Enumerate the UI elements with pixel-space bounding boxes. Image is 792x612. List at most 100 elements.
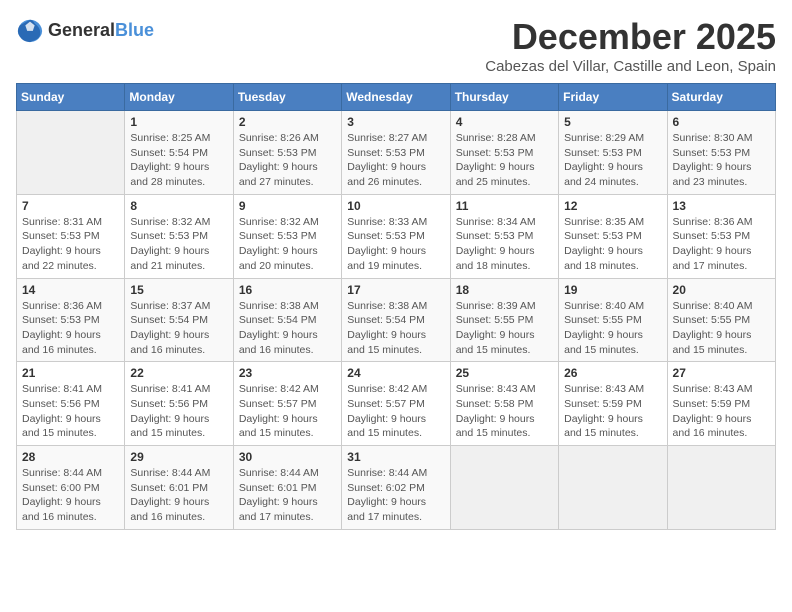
day-info: Sunrise: 8:35 AM Sunset: 5:53 PM Dayligh… [564, 215, 661, 274]
day-number: 4 [456, 115, 553, 129]
day-info: Sunrise: 8:44 AM Sunset: 6:01 PM Dayligh… [130, 466, 227, 525]
calendar-cell: 25Sunrise: 8:43 AM Sunset: 5:58 PM Dayli… [450, 362, 558, 446]
day-number: 1 [130, 115, 227, 129]
day-number: 5 [564, 115, 661, 129]
calendar-body: 1 Sunrise: 8:25 AM Sunset: 5:54 PM Daylig… [17, 111, 776, 530]
day-info: Sunrise: 8:42 AM Sunset: 5:57 PM Dayligh… [347, 382, 444, 441]
calendar-cell: 19 Sunrise: 8:40 AM Sunset: 5:55 PM Dayli… [559, 278, 667, 362]
day-number: 9 [239, 199, 336, 213]
day-number: 22 [130, 366, 227, 380]
calendar-cell: 18Sunrise: 8:39 AM Sunset: 5:55 PM Dayli… [450, 278, 558, 362]
day-info: Sunrise: 8:36 AM Sunset: 5:53 PM Dayligh… [673, 215, 770, 274]
day-number: 30 [239, 450, 336, 464]
calendar-cell: 21 Sunrise: 8:41 AM Sunset: 5:56 PM Dayli… [17, 362, 125, 446]
day-number: 3 [347, 115, 444, 129]
logo-text: General Blue [48, 20, 154, 41]
day-number: 27 [673, 366, 770, 380]
day-info: Sunrise: 8:26 AM Sunset: 5:53 PM Dayligh… [239, 131, 336, 190]
header-row: SundayMondayTuesdayWednesdayThursdayFrid… [17, 84, 776, 111]
subtitle: Cabezas del Villar, Castille and Leon, S… [485, 58, 776, 75]
title-section: December 2025 Cabezas del Villar, Castil… [485, 16, 776, 75]
day-info: Sunrise: 8:29 AM Sunset: 5:53 PM Dayligh… [564, 131, 661, 190]
logo-icon [16, 16, 44, 44]
calendar-cell: 10Sunrise: 8:33 AM Sunset: 5:53 PM Dayli… [342, 194, 450, 278]
day-info: Sunrise: 8:43 AM Sunset: 5:59 PM Dayligh… [564, 382, 661, 441]
header-cell-monday: Monday [125, 84, 233, 111]
logo-general: General [48, 20, 115, 41]
calendar-cell [667, 446, 775, 530]
day-number: 12 [564, 199, 661, 213]
calendar-cell: 26Sunrise: 8:43 AM Sunset: 5:59 PM Dayli… [559, 362, 667, 446]
day-info: Sunrise: 8:41 AM Sunset: 5:56 PM Dayligh… [22, 382, 119, 441]
calendar-cell: 27 Sunrise: 8:43 AM Sunset: 5:59 PM Dayli… [667, 362, 775, 446]
calendar-cell: 28 Sunrise: 8:44 AM Sunset: 6:00 PM Dayli… [17, 446, 125, 530]
day-info: Sunrise: 8:40 AM Sunset: 5:55 PM Dayligh… [673, 299, 770, 358]
week-row-1: 1 Sunrise: 8:25 AM Sunset: 5:54 PM Daylig… [17, 111, 776, 195]
day-number: 23 [239, 366, 336, 380]
calendar-cell: 4 Sunrise: 8:28 AM Sunset: 5:53 PM Daylig… [450, 111, 558, 195]
calendar-cell: 23 Sunrise: 8:42 AM Sunset: 5:57 PM Dayli… [233, 362, 341, 446]
calendar-cell [559, 446, 667, 530]
day-info: Sunrise: 8:43 AM Sunset: 5:59 PM Dayligh… [673, 382, 770, 441]
calendar-cell [450, 446, 558, 530]
day-number: 28 [22, 450, 119, 464]
day-number: 16 [239, 283, 336, 297]
calendar-cell: 17 Sunrise: 8:38 AM Sunset: 5:54 PM Dayli… [342, 278, 450, 362]
header-cell-thursday: Thursday [450, 84, 558, 111]
day-number: 19 [564, 283, 661, 297]
week-row-5: 28 Sunrise: 8:44 AM Sunset: 6:00 PM Dayli… [17, 446, 776, 530]
calendar-cell: 15 Sunrise: 8:37 AM Sunset: 5:54 PM Dayli… [125, 278, 233, 362]
day-info: Sunrise: 8:40 AM Sunset: 5:55 PM Dayligh… [564, 299, 661, 358]
day-info: Sunrise: 8:38 AM Sunset: 5:54 PM Dayligh… [347, 299, 444, 358]
day-number: 8 [130, 199, 227, 213]
day-number: 6 [673, 115, 770, 129]
day-info: Sunrise: 8:25 AM Sunset: 5:54 PM Dayligh… [130, 131, 227, 190]
header-cell-sunday: Sunday [17, 84, 125, 111]
day-info: Sunrise: 8:41 AM Sunset: 5:56 PM Dayligh… [130, 382, 227, 441]
day-info: Sunrise: 8:34 AM Sunset: 5:53 PM Dayligh… [456, 215, 553, 274]
day-number: 11 [456, 199, 553, 213]
day-info: Sunrise: 8:28 AM Sunset: 5:53 PM Dayligh… [456, 131, 553, 190]
calendar-header: SundayMondayTuesdayWednesdayThursdayFrid… [17, 84, 776, 111]
calendar-cell: 20 Sunrise: 8:40 AM Sunset: 5:55 PM Dayli… [667, 278, 775, 362]
day-info: Sunrise: 8:38 AM Sunset: 5:54 PM Dayligh… [239, 299, 336, 358]
calendar-cell: 24 Sunrise: 8:42 AM Sunset: 5:57 PM Dayli… [342, 362, 450, 446]
day-number: 15 [130, 283, 227, 297]
header-cell-wednesday: Wednesday [342, 84, 450, 111]
calendar-cell: 31 Sunrise: 8:44 AM Sunset: 6:02 PM Dayli… [342, 446, 450, 530]
calendar-cell: 3 Sunrise: 8:27 AM Sunset: 5:53 PM Daylig… [342, 111, 450, 195]
calendar-cell: 30Sunrise: 8:44 AM Sunset: 6:01 PM Dayli… [233, 446, 341, 530]
header-cell-tuesday: Tuesday [233, 84, 341, 111]
calendar-cell: 9 Sunrise: 8:32 AM Sunset: 5:53 PM Daylig… [233, 194, 341, 278]
day-info: Sunrise: 8:44 AM Sunset: 6:00 PM Dayligh… [22, 466, 119, 525]
calendar-cell: 16 Sunrise: 8:38 AM Sunset: 5:54 PM Dayli… [233, 278, 341, 362]
day-info: Sunrise: 8:31 AM Sunset: 5:53 PM Dayligh… [22, 215, 119, 274]
day-number: 24 [347, 366, 444, 380]
day-info: Sunrise: 8:43 AM Sunset: 5:58 PM Dayligh… [456, 382, 553, 441]
calendar-cell: 14Sunrise: 8:36 AM Sunset: 5:53 PM Dayli… [17, 278, 125, 362]
calendar-cell: 29 Sunrise: 8:44 AM Sunset: 6:01 PM Dayli… [125, 446, 233, 530]
calendar-table: SundayMondayTuesdayWednesdayThursdayFrid… [16, 83, 776, 530]
day-number: 20 [673, 283, 770, 297]
day-number: 17 [347, 283, 444, 297]
day-number: 7 [22, 199, 119, 213]
day-number: 31 [347, 450, 444, 464]
calendar-cell: 2 Sunrise: 8:26 AM Sunset: 5:53 PM Daylig… [233, 111, 341, 195]
calendar-cell [17, 111, 125, 195]
day-info: Sunrise: 8:32 AM Sunset: 5:53 PM Dayligh… [239, 215, 336, 274]
day-info: Sunrise: 8:37 AM Sunset: 5:54 PM Dayligh… [130, 299, 227, 358]
day-number: 10 [347, 199, 444, 213]
day-info: Sunrise: 8:36 AM Sunset: 5:53 PM Dayligh… [22, 299, 119, 358]
day-info: Sunrise: 8:27 AM Sunset: 5:53 PM Dayligh… [347, 131, 444, 190]
day-info: Sunrise: 8:42 AM Sunset: 5:57 PM Dayligh… [239, 382, 336, 441]
day-info: Sunrise: 8:44 AM Sunset: 6:02 PM Dayligh… [347, 466, 444, 525]
week-row-4: 21 Sunrise: 8:41 AM Sunset: 5:56 PM Dayli… [17, 362, 776, 446]
day-number: 2 [239, 115, 336, 129]
day-info: Sunrise: 8:30 AM Sunset: 5:53 PM Dayligh… [673, 131, 770, 190]
day-info: Sunrise: 8:32 AM Sunset: 5:53 PM Dayligh… [130, 215, 227, 274]
day-number: 21 [22, 366, 119, 380]
day-number: 29 [130, 450, 227, 464]
main-title: December 2025 [485, 16, 776, 58]
calendar-cell: 8 Sunrise: 8:32 AM Sunset: 5:53 PM Daylig… [125, 194, 233, 278]
calendar-cell: 6 Sunrise: 8:30 AM Sunset: 5:53 PM Daylig… [667, 111, 775, 195]
